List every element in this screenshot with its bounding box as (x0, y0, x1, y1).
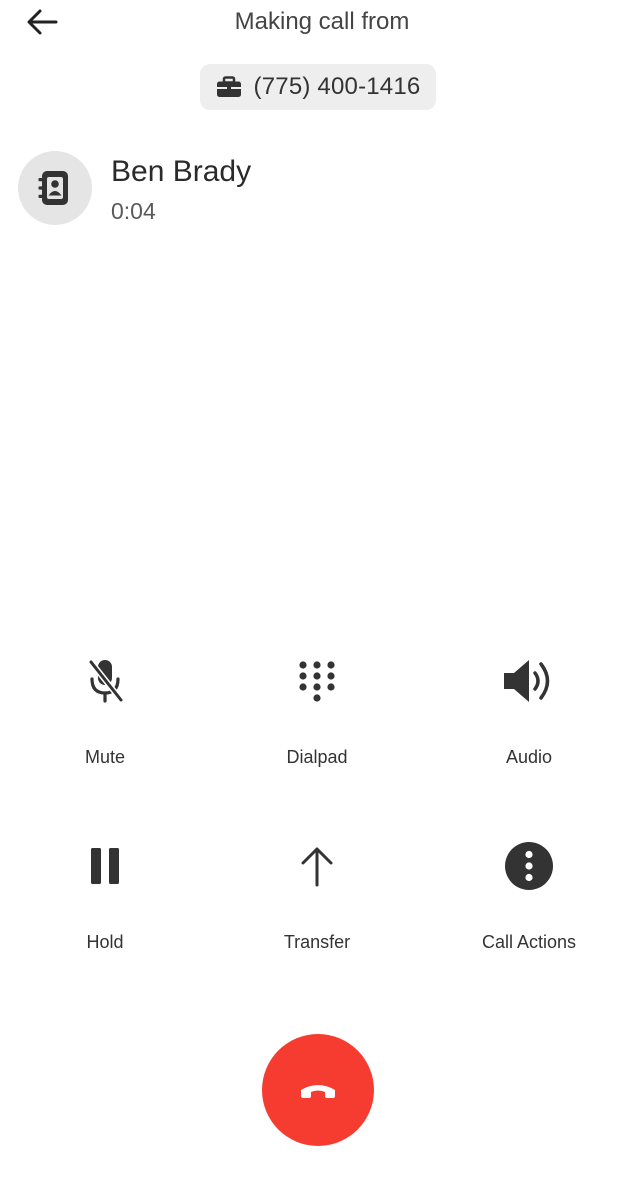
transfer-label: Transfer (283, 932, 351, 952)
dialpad-label: Dialpad (286, 747, 348, 767)
contact-book-icon (38, 171, 68, 205)
pause-icon (91, 848, 119, 884)
hold-label: Hold (86, 932, 124, 952)
briefcase-icon (216, 76, 241, 97)
hold-button[interactable]: Hold (5, 836, 205, 986)
more-vertical-icon (505, 842, 553, 890)
dialpad-icon (299, 661, 335, 702)
speaker-icon (504, 660, 550, 702)
call-actions-label: Call Actions (481, 932, 577, 952)
from-number-text: (775) 400-1416 (253, 73, 421, 100)
from-number-selector[interactable]: (775) 400-1416 (200, 64, 436, 110)
hang-up-icon (301, 1085, 335, 1098)
mute-button[interactable]: Mute (5, 651, 205, 801)
avatar (18, 151, 92, 225)
call-actions-button[interactable]: Call Actions (429, 836, 629, 986)
mute-label: Mute (84, 747, 126, 767)
contact-name: Ben Brady (111, 155, 252, 188)
transfer-button[interactable]: Transfer (217, 836, 417, 986)
page-title: Making call from (234, 8, 410, 35)
end-call-button[interactable] (262, 1034, 374, 1146)
audio-button[interactable]: Audio (429, 651, 629, 801)
call-timer: 0:04 (111, 198, 156, 224)
arrow-up-icon (301, 847, 333, 887)
mic-off-icon (88, 659, 124, 703)
audio-label: Audio (505, 747, 553, 767)
dialpad-button[interactable]: Dialpad (217, 651, 417, 801)
